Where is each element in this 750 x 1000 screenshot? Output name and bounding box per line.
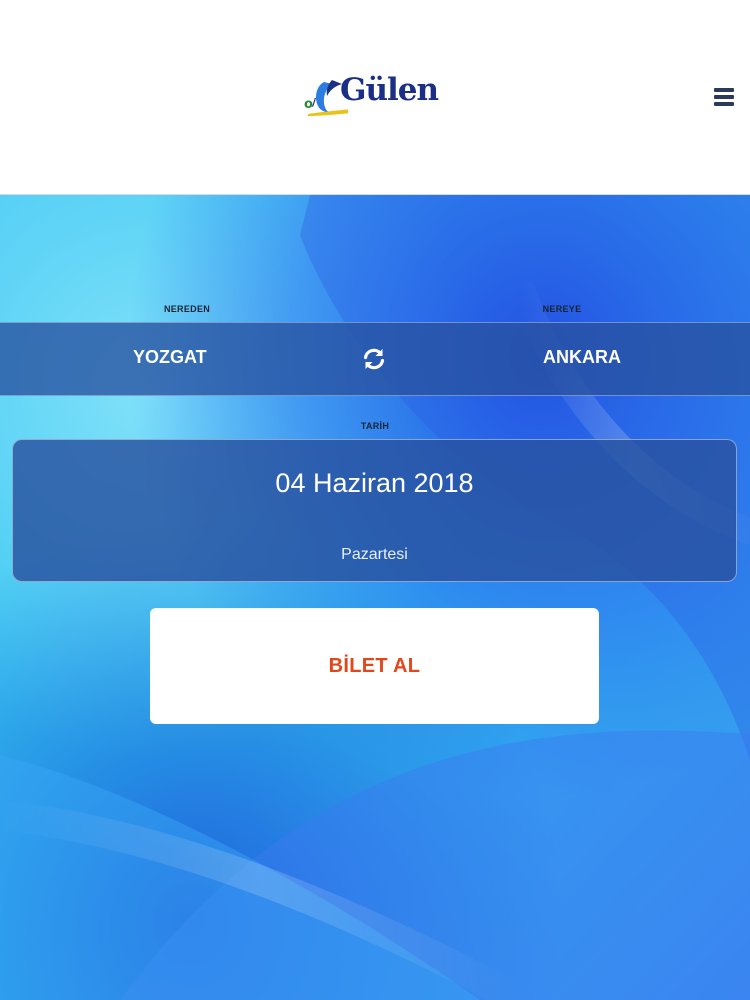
refresh-swap-icon [363,348,385,370]
buy-ticket-button[interactable]: BİLET AL [150,608,599,724]
to-label: NEREYE [542,304,582,314]
header: o / Gülen [0,0,750,195]
route-selector: YOZGAT ANKARA [0,322,750,396]
date-picker[interactable]: 04 Haziran 2018 Pazartesi [12,439,737,582]
swap-button[interactable] [361,346,387,372]
brand-name: Gülen [340,72,439,108]
date-label: TARİH [360,421,390,431]
to-city[interactable]: ANKARA [543,347,621,368]
from-label: NEREDEN [163,304,211,314]
from-city[interactable]: YOZGAT [133,347,207,368]
brand-logo[interactable]: o / Gülen [302,72,448,118]
app-screen: o / Gülen NEREDEN NEREYE YOZGAT ANKARA T… [0,0,750,1000]
menu-button[interactable] [712,86,738,108]
selected-date: 04 Haziran 2018 [275,468,474,498]
background-wallpaper [0,195,750,1000]
selected-weekday: Pazartesi [341,546,408,563]
